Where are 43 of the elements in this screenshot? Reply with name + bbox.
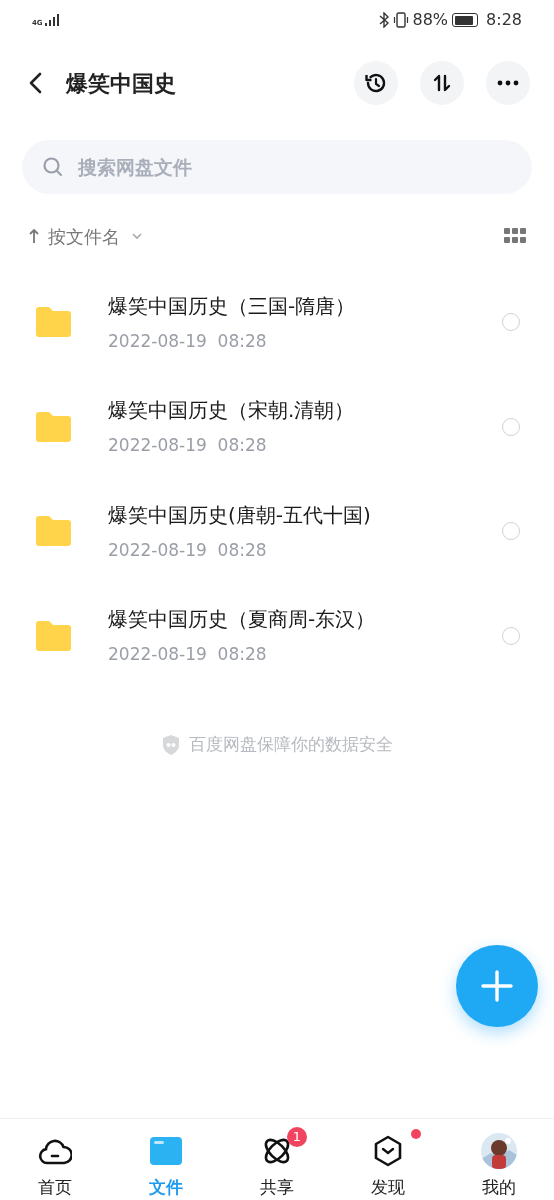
file-row[interactable]: 爆笑中国历史（宋朝.清朝） 2022-08-19 08:28	[0, 374, 554, 479]
file-date: 2022-08-19 08:28	[108, 643, 268, 666]
caret-icon	[130, 231, 144, 241]
folder-icon	[36, 411, 71, 442]
folder-icon	[36, 516, 71, 547]
grid-view-icon[interactable]	[504, 228, 526, 244]
battery-percent: 88%	[412, 9, 449, 31]
search-field[interactable]: 搜索网盘文件	[22, 140, 532, 194]
vibrate-icon	[392, 12, 409, 28]
bluetooth-icon	[378, 12, 389, 28]
file-row[interactable]: 爆笑中国历史（三国-隋唐） 2022-08-19 08:28	[0, 270, 554, 375]
folder-icon	[36, 307, 71, 338]
file-name: 爆笑中国历史（三国-隋唐）	[108, 292, 357, 320]
more-icon	[496, 80, 520, 86]
sort-by-name-dropdown[interactable]: 按文件名	[28, 222, 144, 250]
more-button[interactable]	[486, 61, 530, 105]
notification-badge: 1	[287, 1127, 307, 1147]
file-row[interactable]: 爆笑中国历史（夏商周-东汉） 2022-08-19 08:28	[0, 583, 554, 688]
search-icon	[42, 156, 64, 178]
nav-tab[interactable]: 发现	[332, 1119, 444, 1200]
file-name: 爆笑中国历史（宋朝.清朝）	[108, 397, 356, 424]
clock: 8:28	[486, 9, 522, 31]
shield-icon	[161, 733, 181, 756]
battery-icon	[452, 13, 479, 27]
file-date: 2022-08-19 08:28	[108, 434, 268, 457]
sort-order-button[interactable]	[420, 61, 464, 105]
file-row[interactable]: 爆笑中国历史(唐朝-五代十国) 2022-08-19 08:28	[0, 479, 554, 584]
cube-icon	[372, 1134, 403, 1167]
up-arrow-icon	[28, 228, 40, 244]
nav-tab[interactable]: 1 共享	[221, 1119, 333, 1200]
history-button[interactable]	[354, 61, 398, 105]
page-title: 爆笑中国史	[66, 69, 177, 98]
nav-tab[interactable]: 首页	[0, 1119, 111, 1200]
file-date: 2022-08-19 08:28	[108, 538, 268, 562]
nav-tab[interactable]: 我的	[443, 1119, 554, 1200]
file-name: 爆笑中国历史(唐朝-五代十国)	[108, 501, 372, 529]
security-note: 百度网盘保障你的数据安全	[189, 733, 393, 756]
folder-icon	[36, 620, 71, 651]
plus-icon	[480, 969, 514, 1003]
file-name: 爆笑中国历史（夏商周-东汉）	[108, 606, 377, 633]
file-date: 2022-08-19 08:28	[108, 329, 268, 353]
add-button[interactable]	[456, 945, 538, 1027]
folder-icon	[150, 1136, 183, 1165]
